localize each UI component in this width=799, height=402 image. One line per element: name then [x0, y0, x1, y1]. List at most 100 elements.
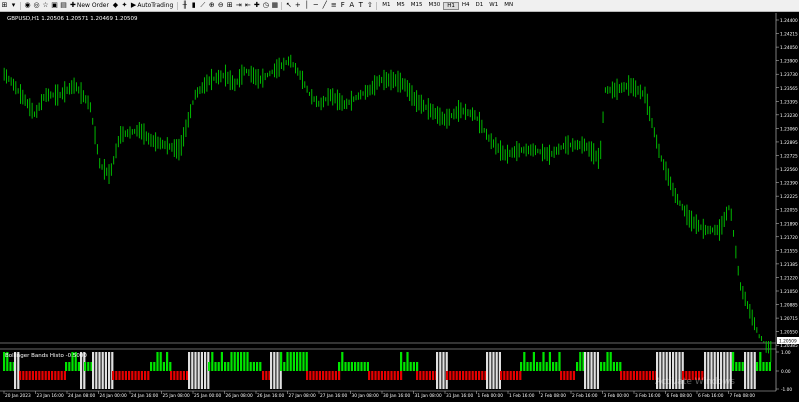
price-tick-label: 1.22225	[780, 194, 798, 200]
histogram-bar	[265, 371, 268, 380]
histogram-bar	[520, 362, 523, 371]
histogram-bar	[259, 362, 262, 371]
histogram-bar	[500, 371, 503, 380]
time-tick-label: 23 Jan 16:00	[37, 393, 64, 399]
histogram-bar	[723, 352, 726, 389]
histogram-bar	[246, 352, 249, 371]
histogram-bar	[194, 352, 197, 389]
histogram-bar	[406, 352, 409, 371]
histogram-bar	[112, 371, 115, 380]
histogram-bar	[632, 371, 635, 380]
histogram-bar	[548, 352, 551, 371]
histogram-bar	[639, 371, 642, 380]
time-tick-label: 6 Feb 16:00	[698, 393, 724, 399]
histogram-bar	[506, 371, 509, 380]
histogram-bar	[685, 371, 688, 380]
time-tick-label: 7 Feb 08:00	[730, 393, 756, 399]
histogram-bar	[422, 371, 425, 380]
histogram-bar	[600, 362, 603, 371]
histogram-bar	[665, 352, 668, 389]
histogram-bar	[765, 362, 768, 371]
price-tick-label: 1.21555	[780, 248, 798, 254]
histogram-bar	[65, 362, 68, 371]
histogram-bar	[150, 362, 153, 371]
histogram-bar	[220, 352, 223, 371]
histogram-bar	[366, 362, 369, 371]
histogram-bar	[170, 371, 173, 380]
histogram-bar	[236, 352, 239, 371]
histogram-bar	[668, 352, 671, 389]
histogram-bar	[603, 362, 606, 371]
histogram-bar	[419, 371, 422, 380]
histogram-bar	[396, 371, 399, 380]
histogram-bar	[101, 352, 104, 389]
histogram-bar	[606, 352, 609, 371]
histogram-bar	[147, 371, 150, 380]
histogram-bar	[523, 352, 526, 371]
histogram-bar	[233, 352, 236, 371]
time-tick-label: 30 Jan 16:00	[383, 393, 410, 399]
histogram-bar	[636, 371, 639, 380]
histogram-bar	[182, 371, 185, 380]
histogram-bar	[542, 352, 545, 371]
histogram-bar	[124, 371, 127, 380]
histogram-bar	[312, 371, 315, 380]
price-tick-label: 1.23395	[780, 99, 798, 105]
indicator-axis: 1.00 0.00 -1.00	[776, 350, 792, 393]
histogram-bar	[471, 371, 474, 380]
price-tick-label: 1.20885	[780, 303, 798, 309]
histogram-bar	[642, 371, 645, 380]
histogram-bar	[455, 371, 458, 380]
histogram-bar	[227, 362, 230, 371]
histogram-bar	[403, 362, 406, 371]
histogram-bar	[159, 352, 162, 371]
chart-frame	[0, 13, 777, 392]
histogram-bar	[344, 362, 347, 371]
histogram-bar	[186, 371, 189, 380]
histogram-bar	[629, 371, 632, 380]
chart-canvas[interactable]: 1.24400 1.24215 1.24050 1.23900 1.23730 1.235…	[0, 0, 799, 402]
histogram-bar	[682, 371, 685, 380]
price-tick-label: 1.24050	[780, 45, 798, 51]
histogram-bar	[620, 371, 623, 380]
histogram-bar	[289, 352, 292, 371]
histogram-bar	[458, 371, 461, 380]
histogram-bar	[121, 371, 124, 380]
histogram-bar	[442, 352, 445, 389]
histogram-bar	[305, 352, 308, 371]
histogram-bar	[439, 352, 442, 389]
histogram-bar	[623, 371, 626, 380]
histogram-bar	[716, 352, 719, 389]
histogram-bar	[489, 352, 492, 389]
histogram-bar	[529, 362, 532, 371]
histogram-bar	[656, 352, 659, 389]
histogram-bar	[179, 371, 182, 380]
histogram-bar	[387, 371, 390, 380]
histogram-bar	[713, 352, 716, 389]
histogram-bar	[563, 371, 566, 380]
histogram-bar	[104, 352, 107, 389]
histogram-bar	[296, 352, 299, 371]
histogram-bar	[445, 352, 448, 389]
time-tick-label: 20 Jan 2023	[5, 393, 31, 399]
price-tick-label: 1.22895	[780, 140, 798, 146]
histogram-bar	[214, 362, 217, 371]
price-tick-label: 1.23060	[780, 126, 798, 132]
histogram-bar	[44, 371, 47, 380]
histogram-bar	[576, 362, 579, 371]
histogram-bar	[732, 352, 735, 371]
time-tick-label: 3 Feb 00:00	[604, 393, 630, 399]
histogram-bar	[322, 371, 325, 380]
price-tick-label: 1.24400	[780, 18, 798, 24]
histogram-bar	[252, 362, 255, 371]
histogram-bar	[262, 371, 265, 380]
histogram-bar	[446, 371, 449, 380]
histogram-bar	[162, 362, 165, 371]
histogram-bar	[60, 371, 63, 380]
price-tick-label: 1.21220	[780, 275, 798, 281]
histogram-bar	[95, 352, 98, 389]
histogram-bar	[753, 352, 756, 389]
histogram-bar	[750, 352, 753, 389]
histogram-bar	[498, 352, 501, 389]
histogram-bar	[77, 362, 80, 371]
